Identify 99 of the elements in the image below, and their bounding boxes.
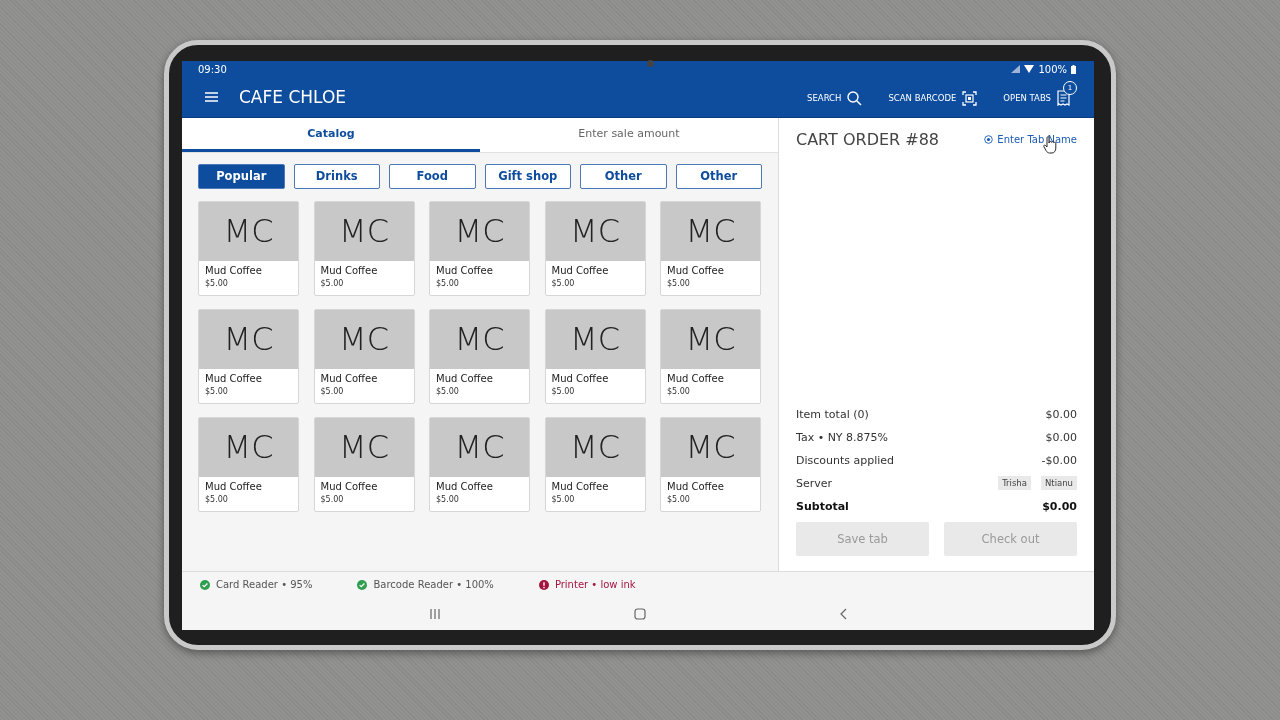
server-label: Server [796,476,833,490]
device-status: Barcode Reader • 100% [373,579,494,590]
product-card[interactable]: MC Mud Coffee $5.00 [313,200,415,296]
product-price: $5.00 [205,494,229,504]
subtotal-label: Subtotal [796,499,849,513]
subtotal-value: $0.00 [1042,499,1077,513]
product-name: Mud Coffee [320,372,379,384]
product-thumbnail: MC [430,417,529,477]
summary-label: Discounts applied [796,453,895,467]
product-name: Mud Coffee [205,264,263,276]
product-card[interactable]: MC Mud Coffee $5.00 [313,416,415,512]
product-name: Mud Coffee [320,480,379,492]
category-button[interactable]: Other [675,163,762,189]
product-thumbnail: MC [545,201,645,261]
product-card[interactable]: MC Mud Coffee $5.00 [313,308,415,404]
product-card[interactable]: MC Mud Coffee $5.00 [198,200,299,296]
product-price: $5.00 [320,386,345,396]
battery-level: 100% [1038,63,1067,75]
category-button[interactable]: Food [389,163,476,189]
product-price: $5.00 [436,278,460,288]
product-price: $5.00 [667,278,691,288]
product-name: Mud Coffee [205,372,263,384]
product-thumbnail: MC [545,309,645,369]
product-card[interactable]: MC Mud Coffee $5.00 [660,200,761,296]
product-thumbnail: MC [661,309,760,369]
product-price: $5.00 [205,278,229,288]
product-name: Mud Coffee [667,264,725,276]
product-name: Mud Coffee [551,372,610,384]
summary-label: Item total (0) [796,407,869,421]
server-tag: Ntianu [1040,476,1077,490]
category-button[interactable]: Drinks [293,163,380,189]
product-thumbnail: MC [314,309,414,369]
product-price: $5.00 [667,386,691,396]
product-name: Mud Coffee [205,480,263,492]
product-name: Mud Coffee [436,264,494,276]
summary-label: Tax • NY 8.875% [796,430,889,444]
product-card[interactable]: MC Mud Coffee $5.00 [544,308,646,404]
product-card[interactable]: MC Mud Coffee $5.00 [429,200,530,296]
product-card[interactable]: MC Mud Coffee $5.00 [544,416,646,512]
product-thumbnail: MC [199,201,298,261]
product-thumbnail: MC [314,417,414,477]
product-thumbnail: MC [199,309,298,369]
product-thumbnail: MC [661,417,760,477]
product-price: $5.00 [320,278,345,288]
product-name: Mud Coffee [551,264,610,276]
menu-icon[interactable] [205,92,218,102]
product-price: $5.00 [436,494,460,504]
product-price: $5.00 [551,494,576,504]
product-card[interactable]: MC Mud Coffee $5.00 [660,308,761,404]
qr-scan-icon [962,90,978,106]
product-card[interactable]: MC Mud Coffee $5.00 [429,416,530,512]
camera-dot [647,60,654,67]
product-name: Mud Coffee [667,480,725,492]
home-icon[interactable] [634,607,646,620]
product-price: $5.00 [436,386,460,396]
product-name: Mud Coffee [551,480,610,492]
product-name: Mud Coffee [436,480,494,492]
product-name: Mud Coffee [436,372,494,384]
product-thumbnail: MC [430,201,529,261]
app-title: CAFE CHLOE [239,87,347,107]
battery-icon [1071,64,1076,74]
tab[interactable]: Catalog [182,117,480,152]
product-thumbnail: MC [199,417,298,477]
toolbar-action[interactable]: SEARCH [807,80,871,114]
wifi-icon [1024,65,1035,73]
product-price: $5.00 [551,278,576,288]
toolbar-action[interactable]: SCAN BARCODE [888,80,986,114]
category-button[interactable]: Gift shop [484,163,571,189]
product-card[interactable]: MC Mud Coffee $5.00 [660,416,761,512]
product-card[interactable]: MC Mud Coffee $5.00 [198,308,299,404]
product-price: $5.00 [551,386,576,396]
clock-time: 09:30 [198,63,227,75]
product-thumbnail: MC [430,309,529,369]
product-name: Mud Coffee [667,372,725,384]
product-thumbnail: MC [545,417,645,477]
cart-title: CART ORDER #88 [796,130,940,149]
category-button[interactable]: Other [580,163,667,189]
product-card[interactable]: MC Mud Coffee $5.00 [544,200,646,296]
product-card[interactable]: MC Mud Coffee $5.00 [198,416,299,512]
summary-value: $0.00 [1045,430,1077,444]
summary-value: $0.00 [1045,407,1077,421]
device-status: Printer • low ink [554,579,636,590]
product-thumbnail: MC [661,201,760,261]
product-price: $5.00 [667,494,691,504]
receipt-icon [1057,90,1070,106]
product-thumbnail: MC [314,201,414,261]
search-icon [847,90,863,106]
summary-value: -$0.00 [1041,453,1077,467]
back-icon[interactable] [839,607,847,620]
product-price: $5.00 [205,386,229,396]
product-name: Mud Coffee [320,264,379,276]
device-status: Card Reader • 95% [216,579,313,590]
add-circle-icon [984,135,994,144]
category-button[interactable]: Popular [198,163,285,189]
product-card[interactable]: MC Mud Coffee $5.00 [429,308,530,404]
tab[interactable]: Enter sale amount [480,117,778,152]
server-tag: Trisha [998,476,1031,490]
product-price: $5.00 [320,494,345,504]
signal-icon [1011,65,1021,73]
